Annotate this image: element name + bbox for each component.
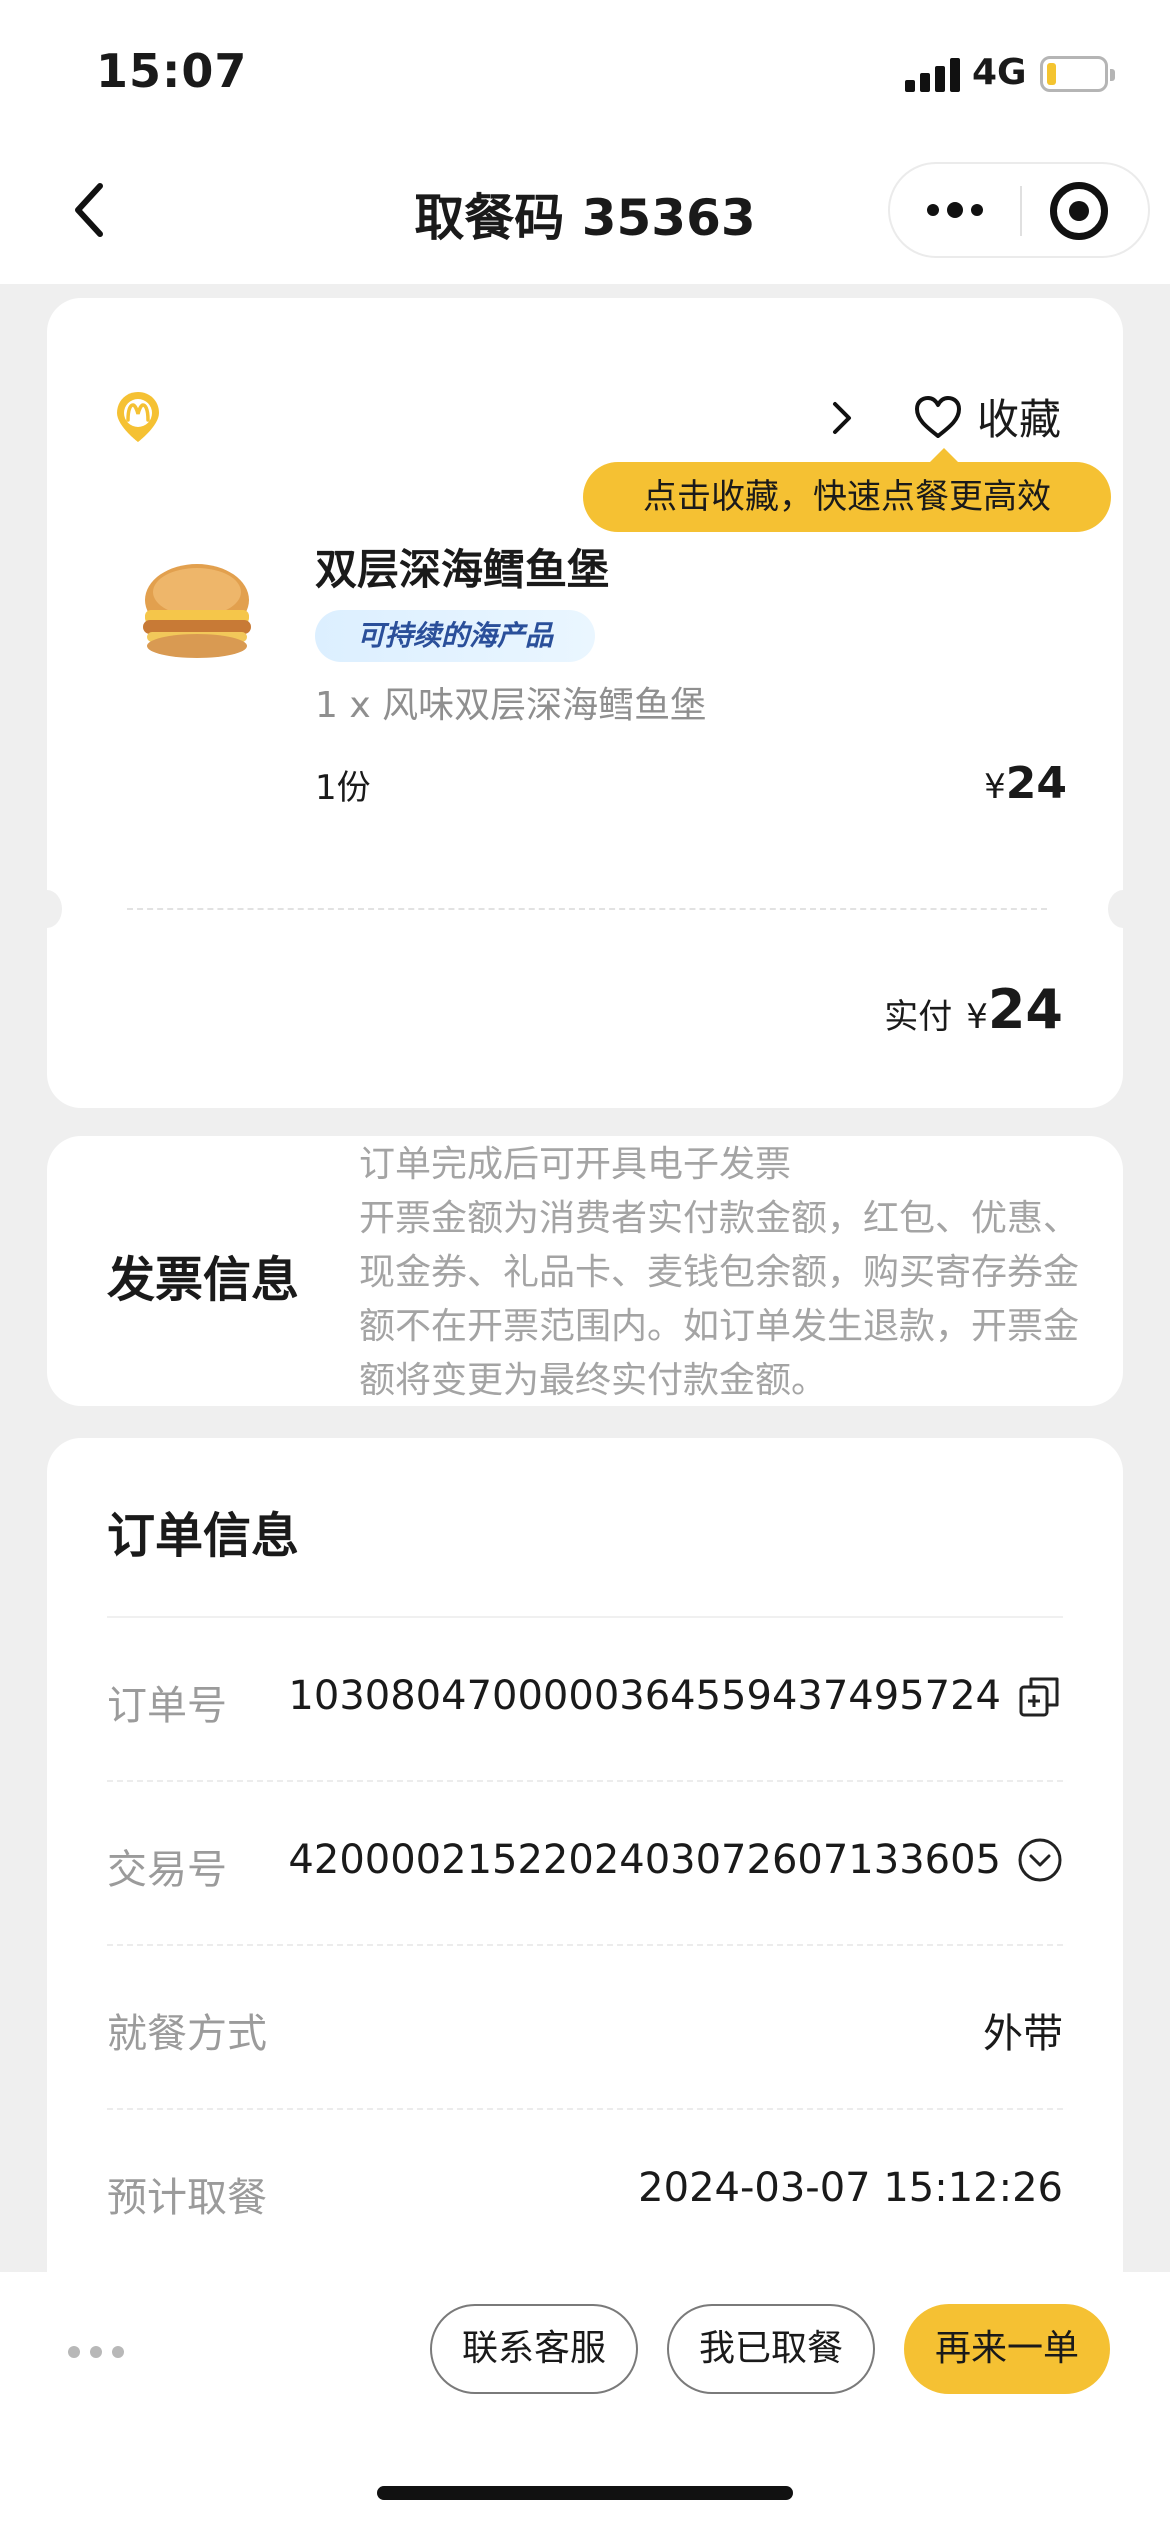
burger-image — [143, 564, 251, 658]
transaction-number-row: 交易号 4200002152202403072607133605 — [107, 1782, 1063, 1946]
page-title: 取餐码 35363 — [414, 189, 756, 247]
picked-up-button[interactable]: 我已取餐 — [667, 2304, 875, 2394]
pickup-time-value: 2024-03-07 15:12:26 — [638, 2165, 1063, 2211]
chevron-down-circle-icon[interactable] — [1017, 1837, 1063, 1883]
dining-mode-value: 外带 — [983, 2011, 1063, 2057]
network-type: 4G — [972, 52, 1027, 93]
status-bar: 15:07 4G — [0, 0, 1170, 140]
total-amount: 24 — [987, 978, 1063, 1041]
transaction-number-label: 交易号 — [107, 1847, 227, 1893]
transaction-number-text: 4200002152202403072607133605 — [288, 1837, 1001, 1883]
item-quantity: 1份 — [315, 768, 371, 808]
close-mini-program-button[interactable] — [1050, 182, 1108, 240]
sustainable-seafood-badge: 可持续的海产品 — [315, 610, 595, 662]
bottom-action-bar: 联系客服 我已取餐 再来一单 — [0, 2272, 1170, 2532]
item-description: 1 x 风味双层深海鳕鱼堡 — [315, 685, 707, 726]
status-time: 15:07 — [96, 44, 248, 98]
ticket-notch-right — [1108, 890, 1138, 928]
dining-mode-label: 就餐方式 — [107, 2011, 267, 2057]
more-actions-button[interactable] — [68, 2346, 124, 2358]
mini-program-capsule — [888, 162, 1150, 258]
favorite-label: 收藏 — [977, 395, 1062, 444]
chevron-right-icon[interactable] — [827, 398, 857, 438]
copy-icon[interactable] — [1017, 1673, 1063, 1719]
heart-icon — [915, 395, 961, 438]
invoice-card[interactable]: 发票信息 订单完成后可开具电子发票 开票金额为消费者实付款金额，红包、优惠、现金… — [47, 1136, 1123, 1406]
transaction-number-value: 4200002152202403072607133605 — [288, 1837, 1063, 1883]
ticket-divider — [127, 908, 1047, 910]
home-indicator[interactable] — [377, 2486, 793, 2500]
favorite-tooltip: 点击收藏，快速点餐更高效 — [583, 448, 1111, 532]
battery-icon — [1040, 56, 1115, 92]
pickup-time-label: 预计取餐 — [107, 2175, 267, 2221]
dining-mode-row: 就餐方式 外带 — [107, 1946, 1063, 2110]
order-number-text: 1030804700000364559437495724 — [288, 1673, 1001, 1719]
total-label: 实付 — [884, 997, 953, 1037]
total-currency: ¥ — [966, 997, 988, 1037]
contact-support-button[interactable]: 联系客服 — [430, 2304, 638, 2394]
invoice-title: 发票信息 — [107, 1252, 300, 1308]
order-number-value: 1030804700000364559437495724 — [288, 1673, 1063, 1719]
back-button[interactable] — [50, 170, 130, 250]
mcdonalds-location-icon[interactable] — [115, 390, 161, 444]
order-info-title: 订单信息 — [107, 1508, 300, 1564]
favorite-button[interactable]: 收藏 — [913, 386, 1061, 447]
item-price: ¥24 — [984, 758, 1067, 809]
reorder-button[interactable]: 再来一单 — [904, 2304, 1110, 2394]
order-card: 收藏 点击收藏，快速点餐更高效 双层深海鳕鱼堡 可持续的海产品 1 x 风味双层… — [32, 298, 1138, 1108]
nav-bar: 取餐码 35363 — [0, 140, 1170, 284]
item-name: 双层深海鳕鱼堡 — [315, 545, 610, 594]
order-number-label: 订单号 — [107, 1683, 227, 1729]
currency-symbol: ¥ — [984, 767, 1006, 807]
chevron-left-icon — [75, 183, 103, 237]
invoice-description: 订单完成后可开具电子发票 开票金额为消费者实付款金额，红包、优惠、现金券、礼品卡… — [359, 1144, 1080, 1401]
item-price-value: 24 — [1005, 758, 1067, 809]
capsule-divider — [1020, 186, 1022, 236]
ticket-notch-left — [32, 890, 62, 928]
more-button[interactable] — [890, 164, 1020, 256]
pickup-time-row: 预计取餐 2024-03-07 15:12:26 — [107, 2110, 1063, 2274]
order-number-row: 订单号 1030804700000364559437495724 — [107, 1618, 1063, 1782]
total-paid: 实付 ¥ 24 — [884, 978, 1063, 1041]
signal-icon — [905, 58, 961, 92]
